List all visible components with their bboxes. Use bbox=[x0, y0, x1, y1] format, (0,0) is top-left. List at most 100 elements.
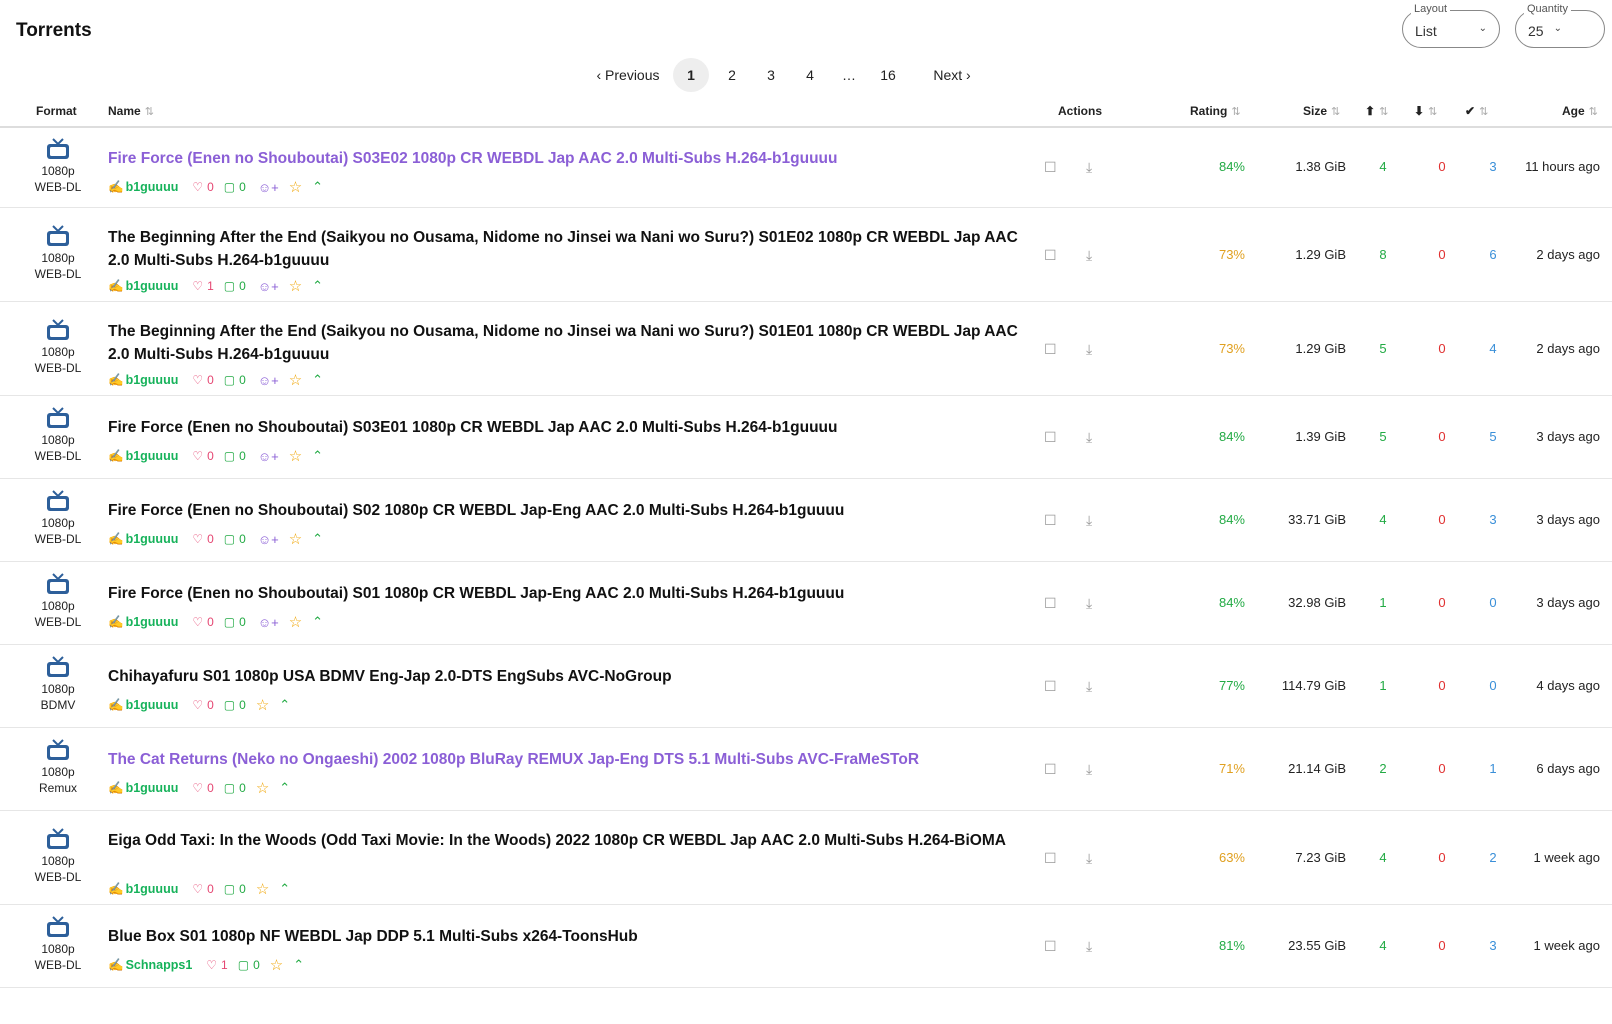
download-icon[interactable]: ⤓ bbox=[1086, 429, 1092, 446]
sort-icon[interactable]: ⇅ bbox=[1231, 106, 1240, 118]
likes[interactable]: ♡ 1 bbox=[192, 279, 213, 293]
seeders[interactable]: 1 bbox=[1368, 678, 1398, 693]
uploader-link[interactable]: ✍ b1guuuu bbox=[108, 781, 178, 796]
page-link-3[interactable]: 3 bbox=[761, 58, 781, 92]
add-user-icon[interactable]: ☺+ bbox=[258, 373, 279, 388]
column-age[interactable]: Age ⇅ bbox=[1562, 104, 1598, 118]
seeders[interactable]: 5 bbox=[1368, 341, 1398, 356]
uploader-link[interactable]: ✍ b1guuuu bbox=[108, 279, 178, 294]
bookmark-icon[interactable]: ☐ bbox=[1044, 595, 1057, 612]
torrent-name-link[interactable]: The Beginning After the End (Saikyou no … bbox=[108, 320, 1028, 366]
leechers[interactable]: 0 bbox=[1427, 938, 1457, 953]
download-icon[interactable]: ⤓ bbox=[1086, 247, 1092, 264]
double-chevron-up-icon[interactable]: ⌃ bbox=[279, 780, 290, 796]
torrent-name-link[interactable]: Blue Box S01 1080p NF WEBDL Jap DDP 5.1 … bbox=[108, 925, 1028, 948]
leechers[interactable]: 0 bbox=[1427, 247, 1457, 262]
star-icon[interactable]: ☆ bbox=[256, 779, 269, 797]
double-chevron-up-icon[interactable]: ⌃ bbox=[279, 881, 290, 897]
page-link-2[interactable]: 2 bbox=[722, 58, 742, 92]
comments[interactable]: ▢ 0 bbox=[238, 958, 260, 972]
comments[interactable]: ▢ 0 bbox=[224, 180, 246, 194]
star-icon[interactable]: ☆ bbox=[256, 696, 269, 714]
comments[interactable]: ▢ 0 bbox=[224, 449, 246, 463]
torrent-name-link[interactable]: Fire Force (Enen no Shouboutai) S03E01 1… bbox=[108, 416, 1028, 439]
star-icon[interactable]: ☆ bbox=[289, 530, 302, 548]
sort-icon[interactable]: ⇅ bbox=[1331, 106, 1340, 118]
sort-icon[interactable]: ⇅ bbox=[1479, 106, 1488, 118]
download-icon[interactable]: ⤓ bbox=[1086, 850, 1092, 867]
star-icon[interactable]: ☆ bbox=[289, 277, 302, 295]
seeders[interactable]: 4 bbox=[1368, 938, 1398, 953]
torrent-name-link[interactable]: The Cat Returns (Neko no Ongaeshi) 2002 … bbox=[108, 748, 1028, 771]
leechers[interactable]: 0 bbox=[1427, 429, 1457, 444]
page-link-1[interactable]: 1 bbox=[673, 58, 709, 92]
bookmark-icon[interactable]: ☐ bbox=[1044, 512, 1057, 529]
comments[interactable]: ▢ 0 bbox=[224, 882, 246, 896]
sort-icon[interactable]: ⇅ bbox=[1589, 106, 1598, 118]
leechers[interactable]: 0 bbox=[1427, 678, 1457, 693]
leechers[interactable]: 0 bbox=[1427, 761, 1457, 776]
star-icon[interactable]: ☆ bbox=[289, 371, 302, 389]
uploader-link[interactable]: ✍ b1guuuu bbox=[108, 373, 178, 388]
page-link-4[interactable]: 4 bbox=[800, 58, 820, 92]
add-user-icon[interactable]: ☺+ bbox=[258, 279, 279, 294]
likes[interactable]: ♡ 0 bbox=[192, 180, 213, 194]
comments[interactable]: ▢ 0 bbox=[224, 698, 246, 712]
torrent-name-link[interactable]: Fire Force (Enen no Shouboutai) S03E02 1… bbox=[108, 147, 1028, 170]
uploader-link[interactable]: ✍ Schnapps1 bbox=[108, 958, 192, 973]
comments[interactable]: ▢ 0 bbox=[224, 279, 246, 293]
column-size[interactable]: Size ⇅ bbox=[1303, 104, 1340, 118]
likes[interactable]: ♡ 1 bbox=[206, 958, 227, 972]
download-icon[interactable]: ⤓ bbox=[1086, 678, 1092, 695]
previous-page-link[interactable]: ‹ Previous bbox=[596, 58, 660, 92]
add-user-icon[interactable]: ☺+ bbox=[258, 449, 279, 464]
uploader-link[interactable]: ✍ b1guuuu bbox=[108, 180, 178, 195]
double-chevron-up-icon[interactable]: ⌃ bbox=[312, 372, 323, 388]
sort-icon[interactable]: ⇅ bbox=[145, 106, 154, 118]
uploader-link[interactable]: ✍ b1guuuu bbox=[108, 698, 178, 713]
download-icon[interactable]: ⤓ bbox=[1086, 159, 1092, 176]
seeders[interactable]: 4 bbox=[1368, 159, 1398, 174]
double-chevron-up-icon[interactable]: ⌃ bbox=[279, 697, 290, 713]
leechers[interactable]: 0 bbox=[1427, 159, 1457, 174]
double-chevron-up-icon[interactable]: ⌃ bbox=[312, 614, 323, 630]
star-icon[interactable]: ☆ bbox=[289, 447, 302, 465]
seeders[interactable]: 1 bbox=[1368, 595, 1398, 610]
bookmark-icon[interactable]: ☐ bbox=[1044, 341, 1057, 358]
add-user-icon[interactable]: ☺+ bbox=[258, 615, 279, 630]
download-icon[interactable]: ⤓ bbox=[1086, 938, 1092, 955]
leechers[interactable]: 0 bbox=[1427, 850, 1457, 865]
page-link-16[interactable]: 16 bbox=[875, 58, 901, 92]
torrent-name-link[interactable]: Chihayafuru S01 1080p USA BDMV Eng-Jap 2… bbox=[108, 665, 1028, 688]
download-icon[interactable]: ⤓ bbox=[1086, 761, 1092, 778]
uploader-link[interactable]: ✍ b1guuuu bbox=[108, 882, 178, 897]
comments[interactable]: ▢ 0 bbox=[224, 615, 246, 629]
bookmark-icon[interactable]: ☐ bbox=[1044, 938, 1057, 955]
bookmark-icon[interactable]: ☐ bbox=[1044, 678, 1057, 695]
star-icon[interactable]: ☆ bbox=[270, 956, 283, 974]
torrent-name-link[interactable]: Fire Force (Enen no Shouboutai) S02 1080… bbox=[108, 499, 1028, 522]
column-seeders[interactable]: ⬆ ⇅ bbox=[1365, 104, 1388, 118]
leechers[interactable]: 0 bbox=[1427, 595, 1457, 610]
download-icon[interactable]: ⤓ bbox=[1086, 512, 1092, 529]
likes[interactable]: ♡ 0 bbox=[192, 615, 213, 629]
double-chevron-up-icon[interactable]: ⌃ bbox=[293, 957, 304, 973]
leechers[interactable]: 0 bbox=[1427, 512, 1457, 527]
torrent-name-link[interactable]: Fire Force (Enen no Shouboutai) S01 1080… bbox=[108, 582, 1028, 605]
seeders[interactable]: 4 bbox=[1368, 512, 1398, 527]
seeders[interactable]: 4 bbox=[1368, 850, 1398, 865]
star-icon[interactable]: ☆ bbox=[289, 613, 302, 631]
star-icon[interactable]: ☆ bbox=[289, 178, 302, 196]
seeders[interactable]: 8 bbox=[1368, 247, 1398, 262]
sort-icon[interactable]: ⇅ bbox=[1428, 106, 1437, 118]
uploader-link[interactable]: ✍ b1guuuu bbox=[108, 532, 178, 547]
comments[interactable]: ▢ 0 bbox=[224, 781, 246, 795]
star-icon[interactable]: ☆ bbox=[256, 880, 269, 898]
next-page-link[interactable]: Next › bbox=[930, 58, 974, 92]
column-name[interactable]: Name ⇅ bbox=[108, 104, 154, 118]
likes[interactable]: ♡ 0 bbox=[192, 532, 213, 546]
comments[interactable]: ▢ 0 bbox=[224, 532, 246, 546]
bookmark-icon[interactable]: ☐ bbox=[1044, 159, 1057, 176]
likes[interactable]: ♡ 0 bbox=[192, 698, 213, 712]
quantity-select[interactable]: Quantity 25 ⌄ bbox=[1515, 3, 1605, 48]
